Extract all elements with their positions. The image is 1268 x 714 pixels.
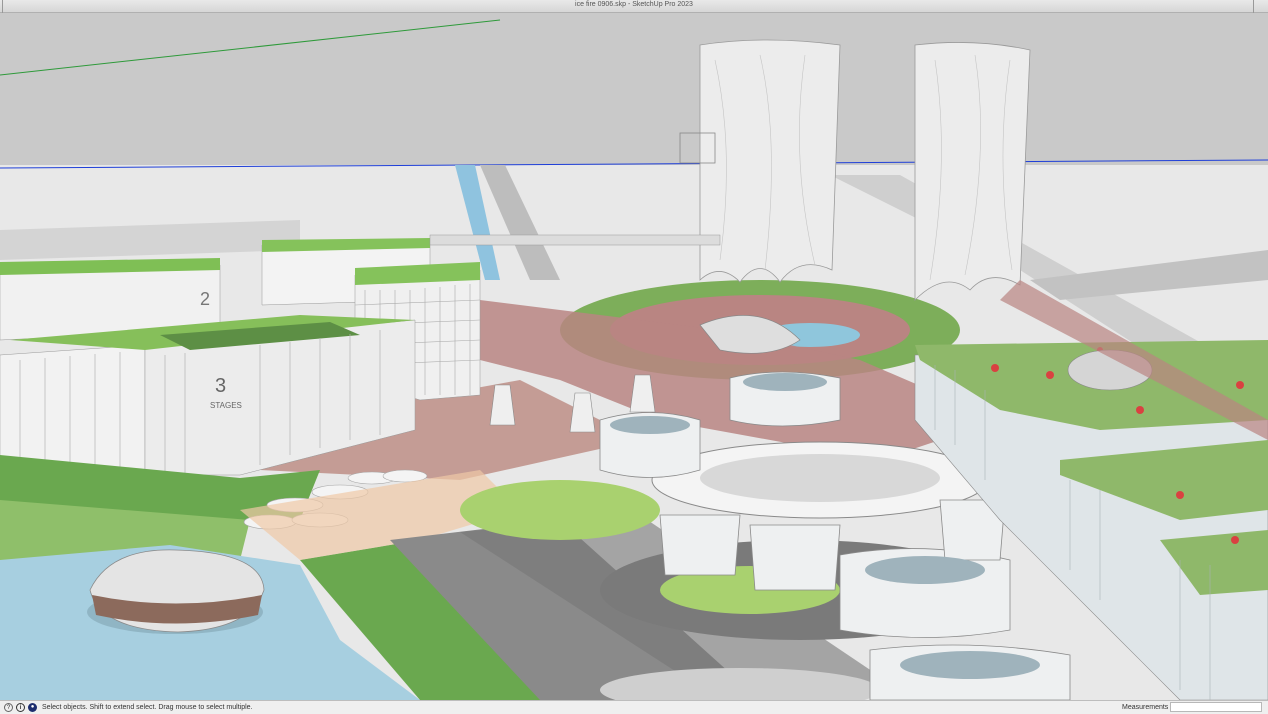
window-title: ice fire 0906.skp - SketchUp Pro 2023	[575, 1, 693, 8]
status-hint: Select objects. Shift to extend select. …	[42, 704, 253, 711]
main-ring-void	[700, 454, 940, 502]
round-lawn	[460, 480, 660, 540]
user-icon[interactable]: ●	[28, 703, 37, 712]
info-icon[interactable]: i	[16, 703, 25, 712]
model-viewport[interactable]: 2 3 STAGES	[0, 13, 1268, 700]
status-bar: ? i ● Select objects. Shift to extend se…	[0, 700, 1268, 714]
title-bar: ice fire 0906.skp - SketchUp Pro 2023	[0, 0, 1268, 13]
stages-2-number: 2	[200, 289, 210, 309]
stages-3-word: STAGES	[210, 401, 242, 410]
left-tower	[699, 39, 841, 283]
stages-3-left-wing	[0, 344, 146, 476]
measurements-label: Measurements	[1122, 704, 1169, 711]
help-icon[interactable]: ?	[4, 703, 13, 712]
stages-3-number: 3	[215, 375, 226, 397]
sky-background	[0, 13, 1268, 173]
title-bar-right-edge	[1253, 0, 1254, 13]
measurements-input[interactable]	[1170, 702, 1262, 712]
title-bar-left-edge	[2, 0, 3, 13]
right-tower	[914, 42, 1031, 301]
skybridge	[429, 234, 721, 246]
